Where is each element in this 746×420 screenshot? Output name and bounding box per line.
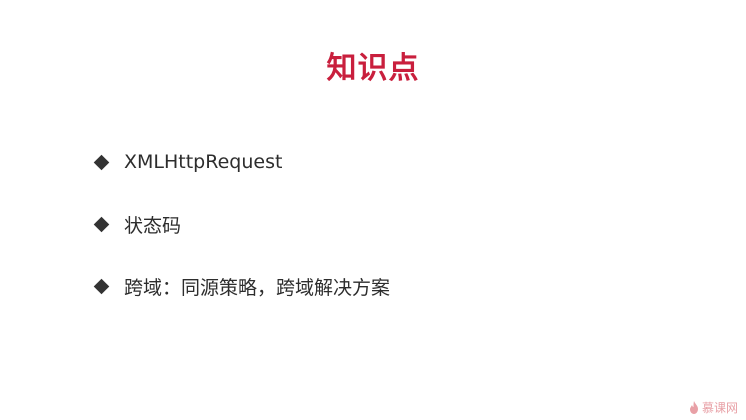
bullet-item: XMLHttpRequest (93, 150, 390, 174)
flame-icon (689, 401, 698, 414)
diamond-icon (93, 216, 110, 232)
bullet-label: XMLHttpRequest (124, 151, 283, 173)
diamond-icon (93, 278, 110, 294)
watermark-label: 慕课网 (701, 401, 738, 415)
bullet-label: 跨域：同源策略，跨域解决方案 (124, 276, 391, 299)
slide-title: 知识点 (326, 51, 420, 86)
slide: 知识点 XMLHttpRequest 状态码 跨域：同源策略，跨域解决方案 慕课… (0, 0, 746, 420)
bullet-list: XMLHttpRequest 状态码 跨域：同源策略，跨域解决方案 (93, 150, 390, 336)
bullet-label: 状态码 (124, 214, 182, 237)
diamond-icon (93, 154, 110, 170)
watermark: 慕课网 (689, 399, 738, 416)
bullet-item: 跨域：同源策略，跨域解决方案 (93, 274, 391, 299)
bullet-item: 状态码 (93, 212, 390, 237)
